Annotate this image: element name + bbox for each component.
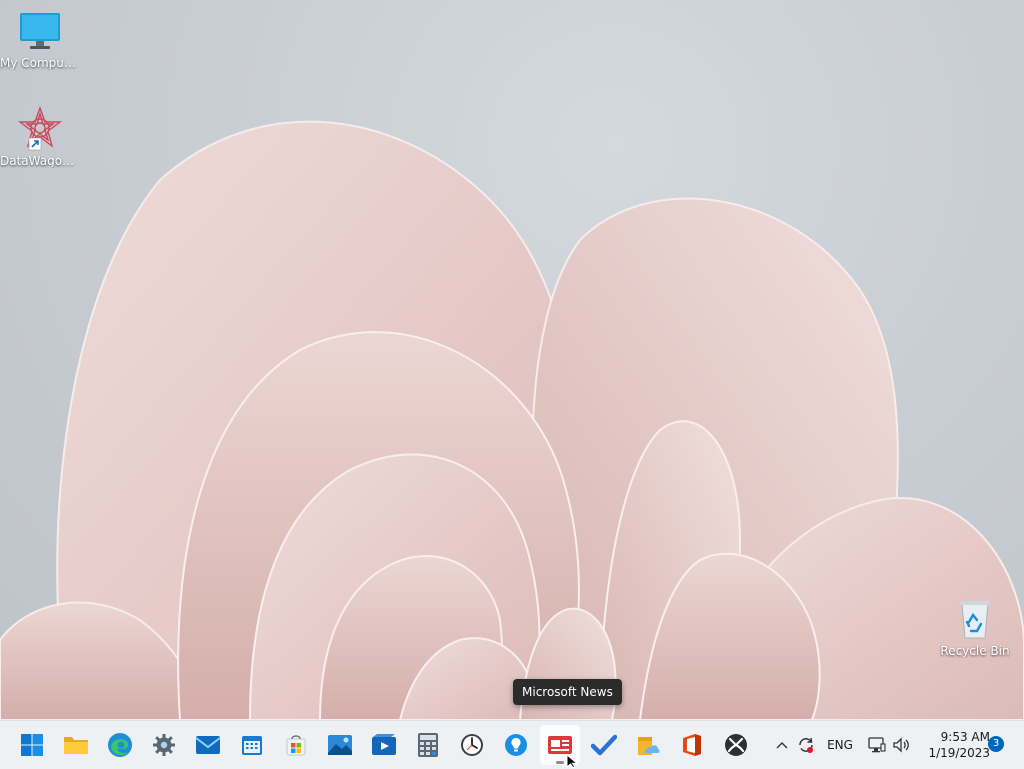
tray-clock[interactable]: 9:53 AM 1/19/2023	[916, 729, 990, 761]
taskbar-store[interactable]	[276, 725, 316, 765]
taskbar-weather[interactable]	[628, 725, 668, 765]
taskbar: ENG 9:53 AM 1/19/2023	[0, 720, 1024, 769]
lightbulb-icon	[505, 734, 527, 756]
desktop-icon-my-computer[interactable]: My Computer	[0, 10, 80, 70]
calendar-icon	[242, 736, 262, 755]
taskbar-edge[interactable]	[100, 725, 140, 765]
network-icon	[868, 737, 886, 753]
chevron-up-icon	[776, 742, 788, 749]
taskbar-settings[interactable]	[144, 725, 184, 765]
windows-start-icon	[21, 734, 43, 756]
recycle-bin-icon	[960, 601, 990, 639]
desktop-icon-label: My Computer	[0, 56, 80, 70]
start-button[interactable]	[12, 725, 52, 765]
desktop: My Computer DataWagon... Recycle Bin Mic…	[0, 0, 1024, 720]
store-icon	[286, 735, 306, 756]
mail-icon	[195, 736, 221, 754]
wallpaper-bloom	[0, 120, 1024, 720]
taskbar-mail[interactable]	[188, 725, 228, 765]
taskbar-calendar[interactable]	[232, 725, 272, 765]
volume-icon	[893, 737, 909, 753]
taskbar-tips[interactable]	[496, 725, 536, 765]
desktop-icon-recycle-bin[interactable]: Recycle Bin	[935, 598, 1015, 658]
sync-icon	[799, 737, 813, 753]
clock-time: 9:53 AM	[940, 730, 990, 744]
taskbar-file-explorer[interactable]	[56, 725, 96, 765]
taskbar-todo[interactable]	[584, 725, 624, 765]
checkmark-icon	[591, 734, 617, 756]
taskbar-clock[interactable]	[452, 725, 492, 765]
taskbar-photos[interactable]	[320, 725, 360, 765]
tray-volume[interactable]	[890, 721, 912, 769]
video-icon	[372, 734, 396, 755]
tray-language[interactable]: ENG	[825, 721, 855, 769]
gear-icon	[153, 734, 175, 756]
desktop-icon-label: DataWagon...	[0, 154, 80, 168]
xbox-icon	[725, 734, 747, 756]
clock-date: 1/19/2023	[928, 746, 990, 760]
desktop-icon-label: Recycle Bin	[940, 644, 1010, 658]
notification-badge[interactable]: 3	[988, 736, 1004, 752]
office-icon	[683, 734, 701, 756]
tray-network[interactable]	[866, 721, 888, 769]
tray-sync[interactable]	[795, 721, 817, 769]
weather-icon	[638, 737, 660, 755]
desktop-icon-datawagon[interactable]: DataWagon...	[0, 106, 80, 168]
taskbar-office[interactable]	[672, 725, 712, 765]
photos-icon	[328, 735, 352, 755]
news-icon	[548, 736, 572, 754]
datawagon-shortcut-icon	[17, 106, 63, 151]
mouse-cursor-icon	[566, 754, 579, 768]
taskbar-tooltip: Microsoft News	[513, 679, 622, 705]
taskbar-movies-tv[interactable]	[364, 725, 404, 765]
edge-icon	[108, 733, 132, 757]
calculator-icon	[418, 733, 438, 757]
taskbar-xbox[interactable]	[716, 725, 756, 765]
tray-overflow-button[interactable]	[772, 721, 792, 769]
taskbar-calculator[interactable]	[408, 725, 448, 765]
monitor-icon	[20, 13, 60, 49]
clock-icon	[461, 734, 483, 756]
folder-icon	[64, 737, 88, 754]
